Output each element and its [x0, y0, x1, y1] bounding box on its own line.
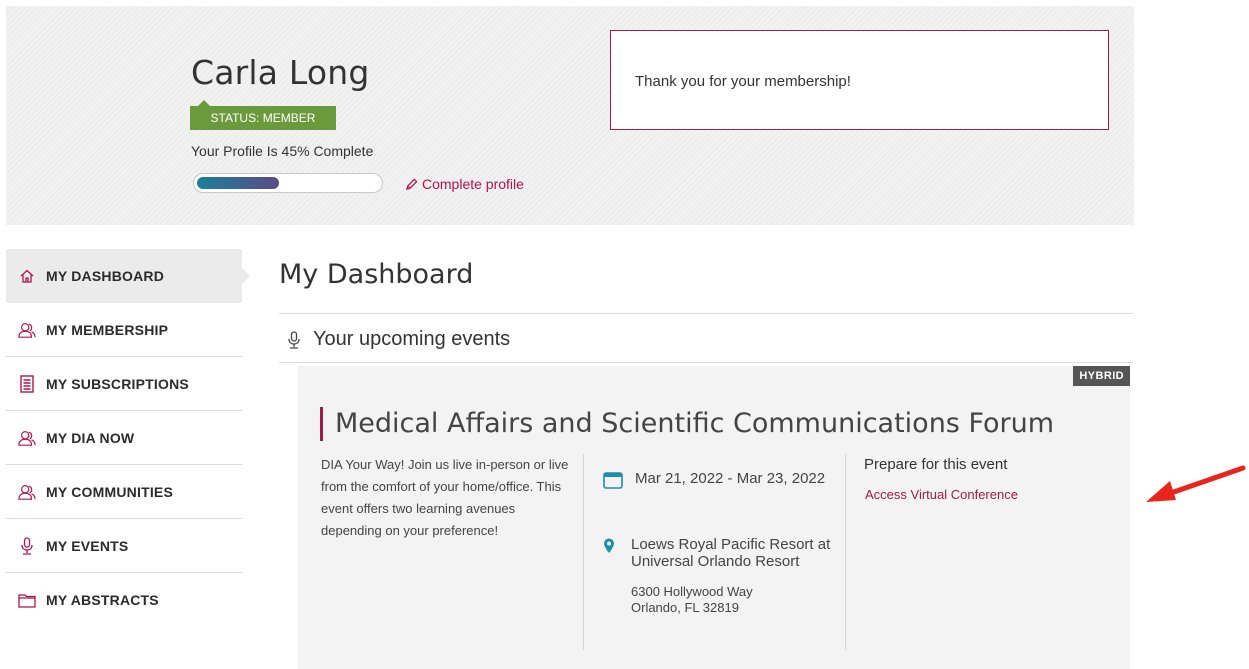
- event-description: DIA Your Way! Join us live in-person or …: [321, 457, 569, 538]
- members-icon: [18, 483, 36, 501]
- complete-profile-link[interactable]: Complete profile: [405, 176, 524, 192]
- event-venue-name: Loews Royal Pacific Resort at Universal …: [631, 536, 831, 570]
- sidebar-item-my-abstracts[interactable]: MY ABSTRACTS: [6, 573, 242, 627]
- event-card: HYBRID Medical Affairs and Scientific Co…: [298, 366, 1130, 669]
- upcoming-events-heading: Your upcoming events: [287, 328, 510, 351]
- access-virtual-conference-link[interactable]: Access Virtual Conference: [865, 487, 1018, 502]
- newspaper-icon: [18, 374, 36, 393]
- sidebar-item-label: MY DASHBOARD: [46, 268, 165, 284]
- sidebar-item-label: MY MEMBERSHIP: [46, 321, 169, 338]
- microphone-icon: [288, 330, 300, 349]
- divider: [279, 362, 1133, 363]
- sidebar-item-my-subscriptions[interactable]: MY SUBSCRIPTIONS: [6, 357, 242, 411]
- sidebar-item-my-events[interactable]: MY EVENTS: [6, 519, 242, 573]
- event-address-line2: Orlando, FL 32819: [631, 600, 739, 615]
- status-badge: STATUS: MEMBER: [190, 100, 336, 130]
- event-title[interactable]: Medical Affairs and Scientific Communica…: [320, 407, 1054, 441]
- map-pin-icon: [604, 538, 614, 553]
- event-date-text: Mar 21, 2022 - Mar 23, 2022: [635, 470, 826, 487]
- microphone-icon: [18, 536, 36, 555]
- sidebar-item-my-dashboard[interactable]: MY DASHBOARD: [6, 249, 250, 303]
- event-location: Loews Royal Pacific Resort at Universal …: [603, 536, 831, 616]
- sidebar-item-label: MY ABSTRACTS: [46, 592, 159, 608]
- annotation-arrow: [1146, 465, 1246, 502]
- profile-name: Carla Long: [191, 53, 370, 92]
- column-divider: [845, 454, 846, 650]
- prepare-heading: Prepare for this event: [864, 456, 1008, 473]
- sidebar-item-my-dia-now[interactable]: MY DIA NOW: [6, 411, 242, 465]
- event-address-line1: 6300 Hollywood Way: [631, 584, 753, 599]
- complete-profile-label: Complete profile: [422, 176, 524, 192]
- event-format-badge: HYBRID: [1073, 366, 1130, 386]
- sidebar-item-label: MY EVENTS: [46, 537, 129, 554]
- home-icon: [18, 267, 36, 285]
- sidebar-item-label: MY SUBSCRIPTIONS: [46, 375, 189, 392]
- profile-progress-bar: [193, 173, 383, 193]
- page-title: My Dashboard: [279, 259, 474, 290]
- sidebar-item-label: MY COMMUNITIES: [46, 483, 173, 500]
- calendar-icon: [603, 472, 623, 489]
- members-icon: [18, 429, 36, 447]
- section-title: Your upcoming events: [313, 328, 511, 350]
- sidebar-nav: MY DASHBOARD MY MEMBERSHIP MY SUBSCRIPTI…: [6, 249, 250, 627]
- column-divider: [583, 454, 584, 650]
- sidebar-item-my-communities[interactable]: MY COMMUNITIES: [6, 465, 242, 519]
- divider: [279, 313, 1133, 314]
- membership-notice-text: Thank you for your membership!: [635, 73, 851, 90]
- pencil-icon: [405, 178, 418, 191]
- membership-notice: Thank you for your membership!: [610, 30, 1109, 130]
- members-icon: [18, 321, 36, 339]
- profile-progress-fill: [197, 177, 279, 189]
- sidebar-item-my-membership[interactable]: MY MEMBERSHIP: [6, 303, 242, 357]
- folder-icon: [18, 591, 36, 609]
- event-date: Mar 21, 2022 - Mar 23, 2022: [603, 470, 835, 489]
- sidebar-item-label: MY DIA NOW: [46, 429, 135, 446]
- profile-completion-text: Your Profile Is 45% Complete: [191, 143, 374, 159]
